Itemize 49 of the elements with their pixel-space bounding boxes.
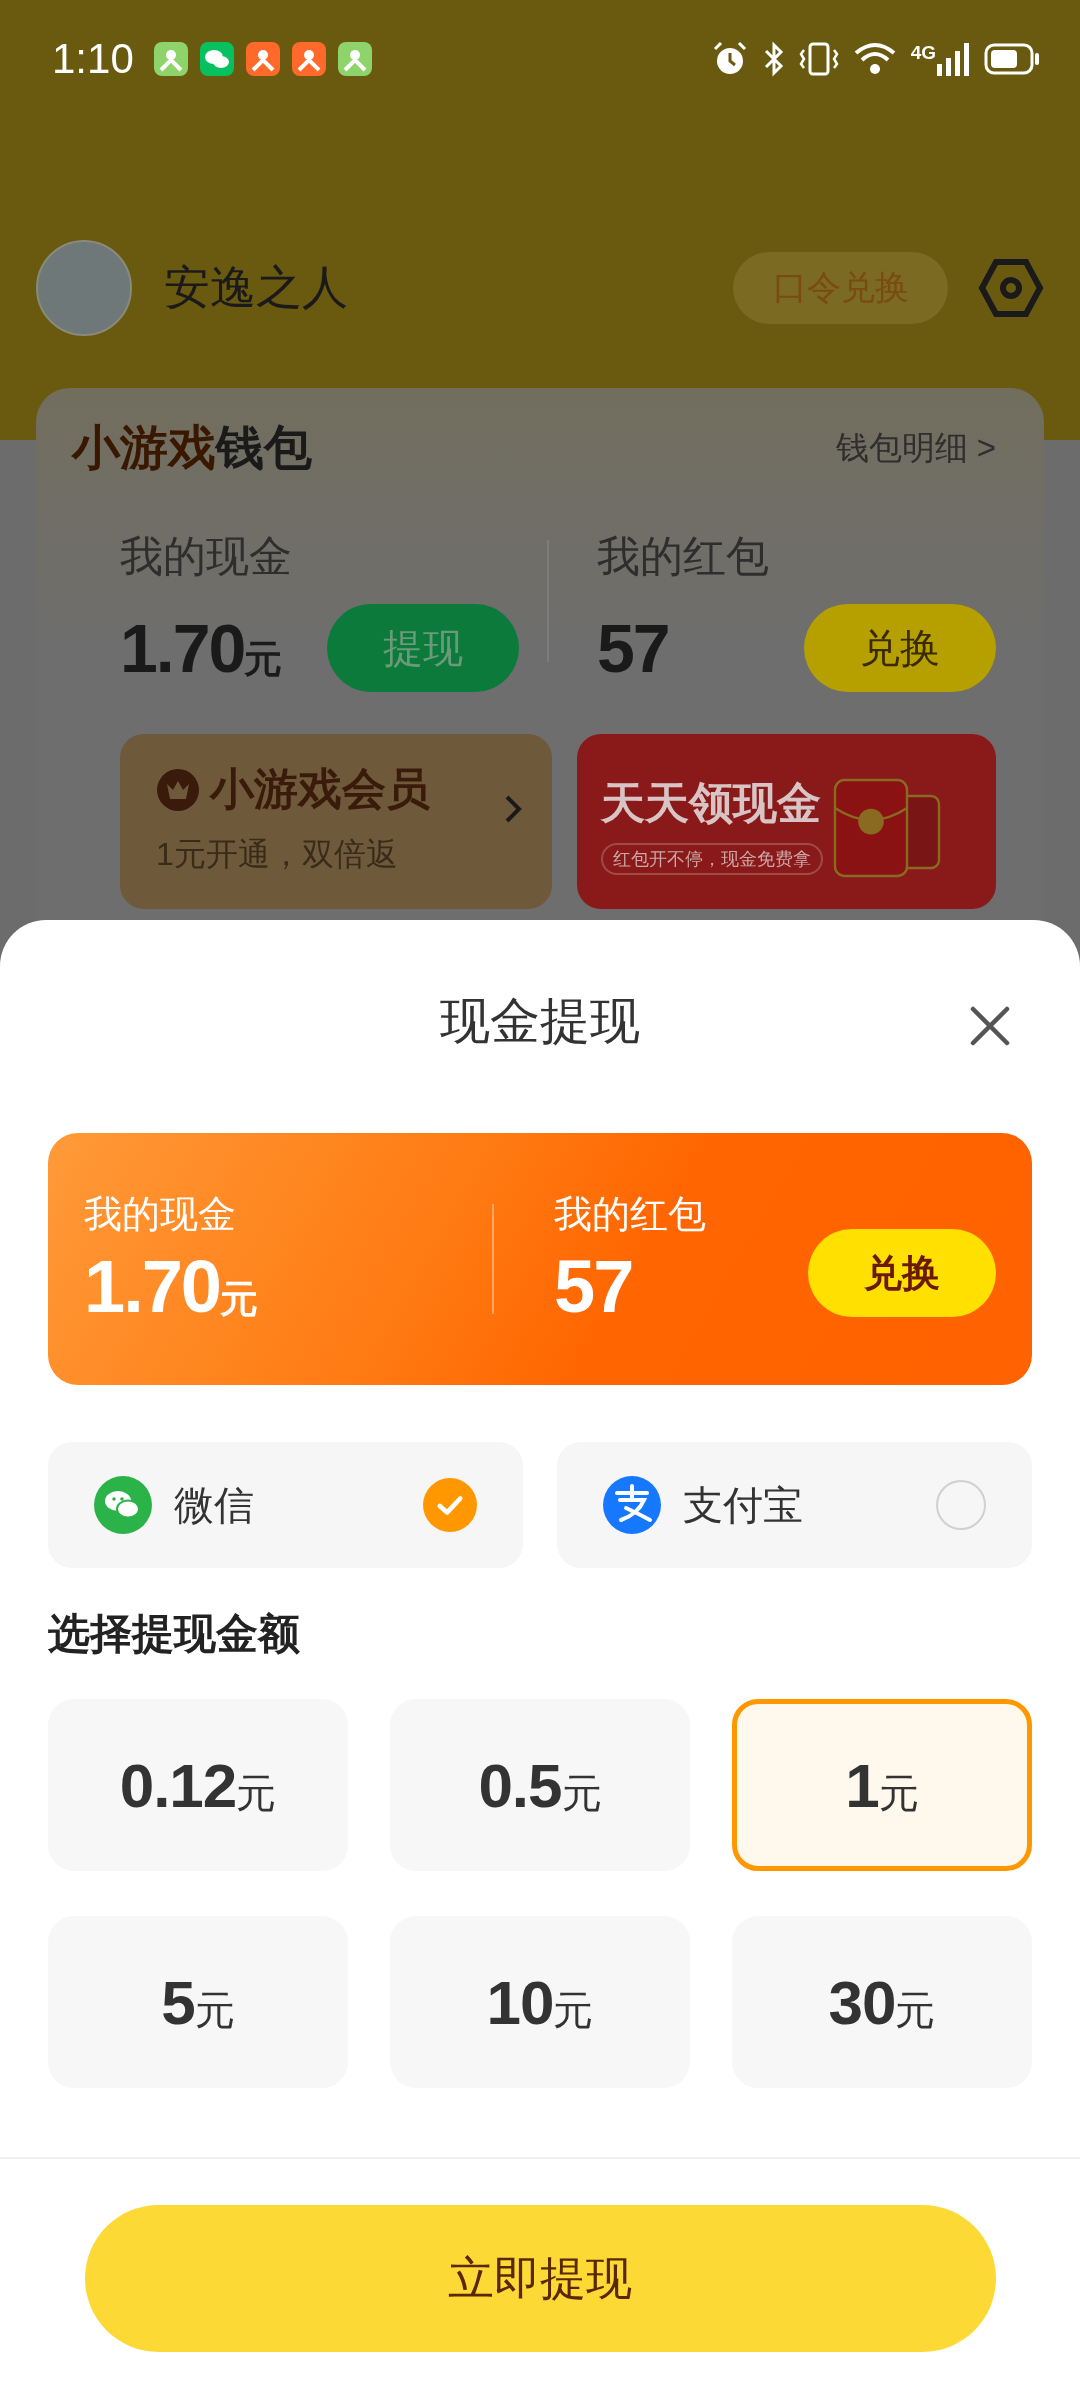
exchange-button[interactable]: 兑换 (804, 604, 996, 692)
signal-icon (936, 42, 970, 76)
amount-option[interactable]: 10元 (390, 1916, 690, 2088)
payment-option-label: 支付宝 (683, 1481, 804, 1529)
packet-label: 我的红包 (554, 1192, 707, 1237)
section-heading: 选择提现金额 (48, 1609, 301, 1659)
crown-icon (156, 767, 200, 812)
cash-amount: 1.70元 (120, 609, 283, 687)
close-icon (970, 1006, 1010, 1046)
payment-option[interactable]: 支付宝 (557, 1442, 1032, 1568)
amount-option[interactable]: 30元 (732, 1916, 1032, 2088)
user-name: 安逸之人 (164, 260, 349, 315)
wallet-title: 小游戏钱包 (72, 420, 312, 476)
amount-option[interactable]: 5元 (48, 1916, 348, 2088)
cash-amount: 1.70元 (84, 1244, 260, 1329)
cash-label: 我的现金 (84, 1192, 237, 1237)
app-icon (337, 42, 372, 76)
chevron-right-icon (503, 794, 522, 824)
settings-icon (978, 258, 1044, 318)
amount-option[interactable]: 0.5元 (390, 1699, 690, 1871)
banner-title: 天天领现金 (600, 777, 822, 829)
status-time: 1:10 (52, 35, 134, 83)
radio-button[interactable] (936, 1480, 986, 1530)
battery-icon (984, 43, 1040, 75)
packet-label: 我的红包 (597, 531, 770, 582)
packet-count: 57 (554, 1244, 634, 1329)
app-icon (153, 42, 188, 76)
chat-bubbles-icon (94, 1476, 152, 1534)
app-icon (245, 42, 280, 76)
payment-option-label: 微信 (174, 1481, 255, 1529)
banner-subtitle: 红包开不停，现金免费拿 (600, 843, 823, 875)
amount-option[interactable]: 0.12元 (48, 1699, 348, 1871)
app-icon (291, 42, 326, 76)
network-label: 4G (910, 42, 936, 64)
cash-label: 我的现金 (120, 531, 293, 582)
payment-option[interactable]: 微信 (48, 1442, 523, 1568)
bluetooth-icon (762, 40, 785, 78)
withdraw-now-button[interactable]: 立即提现 (84, 2205, 996, 2352)
payment-app-icon (603, 1476, 661, 1534)
radio-button[interactable] (423, 1478, 477, 1532)
vibrate-icon (798, 40, 839, 78)
packet-count: 57 (597, 609, 669, 687)
close-button[interactable] (970, 1006, 1010, 1046)
amount-option[interactable]: 1元 (732, 1699, 1032, 1871)
membership-title: 小游戏会员 (210, 763, 430, 815)
cash-banner[interactable]: 天天领现金 红包开不停，现金免费拿 (576, 734, 996, 909)
sheet-title: 现金提现 (440, 992, 640, 1051)
exchange-button[interactable]: 兑换 (808, 1229, 996, 1317)
chat-app-icon (199, 42, 234, 76)
